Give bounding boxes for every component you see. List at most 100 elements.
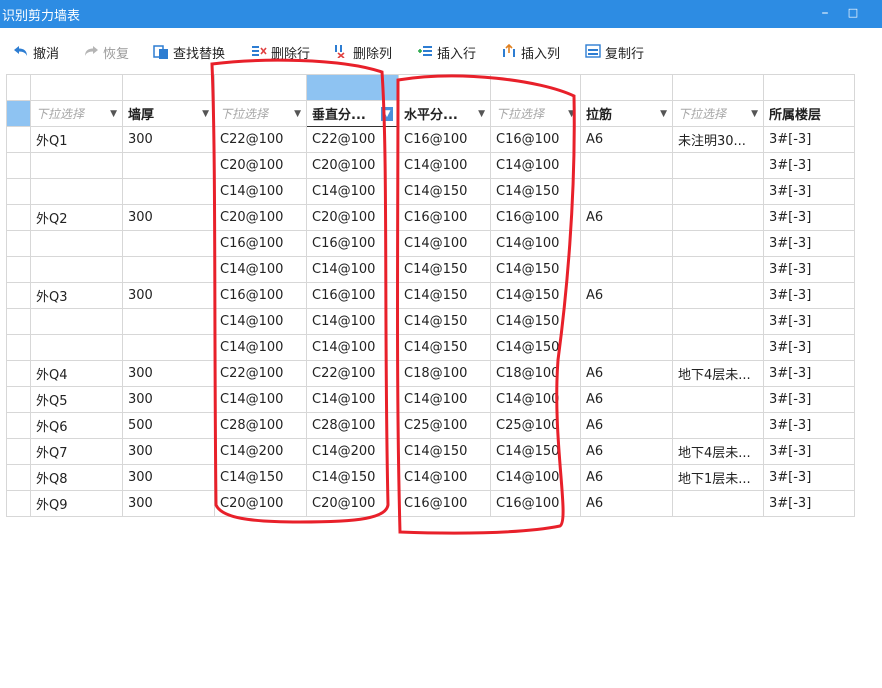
field-dropdown[interactable]: 下拉选择 ▼ <box>30 100 123 127</box>
table-cell[interactable] <box>122 308 215 335</box>
find-replace-button[interactable]: 查找替换 <box>152 42 225 62</box>
table-cell[interactable]: 外Q6 <box>30 412 123 439</box>
table-cell[interactable] <box>580 256 673 283</box>
table-cell[interactable]: C14@200 <box>306 438 399 465</box>
field-dropdown[interactable]: 所属楼层 <box>763 100 855 127</box>
chevron-down-icon[interactable]: ▼ <box>202 109 209 119</box>
table-cell[interactable]: A6 <box>580 360 673 387</box>
table-cell[interactable]: C16@100 <box>306 230 399 257</box>
field-dropdown[interactable]: 下拉选择 ▼ <box>214 100 307 127</box>
table-cell[interactable]: 300 <box>122 490 215 517</box>
table-cell[interactable] <box>30 152 123 179</box>
table-cell[interactable] <box>672 386 764 413</box>
table-cell[interactable] <box>672 204 764 231</box>
table-cell[interactable]: C16@100 <box>490 126 581 153</box>
undo-button[interactable]: 撤消 <box>12 42 59 62</box>
table-cell[interactable]: 300 <box>122 386 215 413</box>
table-cell[interactable]: C16@100 <box>490 490 581 517</box>
redo-button[interactable]: 恢复 <box>82 42 129 62</box>
table-cell[interactable]: 3#[-3] <box>763 412 855 439</box>
table-cell[interactable] <box>30 334 123 361</box>
table-cell[interactable]: C14@100 <box>214 386 307 413</box>
table-cell[interactable]: C14@150 <box>398 178 491 205</box>
table-cell[interactable] <box>672 490 764 517</box>
table-cell[interactable] <box>30 178 123 205</box>
table-cell[interactable]: 3#[-3] <box>763 386 855 413</box>
table-cell[interactable]: C14@200 <box>214 438 307 465</box>
table-cell[interactable]: 3#[-3] <box>763 230 855 257</box>
table-cell[interactable]: C20@100 <box>306 204 399 231</box>
table-cell[interactable]: C16@100 <box>490 204 581 231</box>
field-dropdown[interactable]: 拉筋 ▼ <box>580 100 673 127</box>
table-cell[interactable]: A6 <box>580 386 673 413</box>
table-cell[interactable]: C14@100 <box>306 386 399 413</box>
table-cell[interactable] <box>580 334 673 361</box>
table-cell[interactable]: 3#[-3] <box>763 204 855 231</box>
table-cell[interactable]: 地下4层未... <box>672 438 764 465</box>
column-header-cell[interactable] <box>763 74 855 101</box>
field-dropdown[interactable]: 垂直分... ▼ <box>306 100 399 127</box>
table-cell[interactable] <box>580 178 673 205</box>
table-cell[interactable]: C14@150 <box>490 334 581 361</box>
field-dropdown[interactable]: 水平分... ▼ <box>398 100 491 127</box>
maximize-button[interactable]: □ <box>843 3 863 23</box>
table-cell[interactable]: 300 <box>122 204 215 231</box>
table-cell[interactable]: C20@100 <box>306 152 399 179</box>
field-dropdown[interactable]: 下拉选择 ▼ <box>490 100 581 127</box>
table-cell[interactable]: C14@100 <box>398 230 491 257</box>
row-selector[interactable] <box>6 282 31 309</box>
copy-row-button[interactable]: 复制行 <box>584 42 644 62</box>
chevron-down-icon[interactable]: ▼ <box>568 109 575 119</box>
chevron-down-icon[interactable]: ▼ <box>110 109 117 119</box>
table-cell[interactable] <box>672 256 764 283</box>
table-cell[interactable]: C14@100 <box>490 464 581 491</box>
table-cell[interactable]: C14@150 <box>214 464 307 491</box>
table-cell[interactable]: 300 <box>122 126 215 153</box>
field-dropdown[interactable]: 下拉选择 ▼ <box>672 100 764 127</box>
table-cell[interactable]: 3#[-3] <box>763 308 855 335</box>
column-header-cell[interactable] <box>306 74 399 101</box>
table-cell[interactable]: C14@100 <box>306 308 399 335</box>
table-cell[interactable]: A6 <box>580 464 673 491</box>
corner-cell[interactable] <box>6 74 31 101</box>
table-cell[interactable]: C14@150 <box>398 282 491 309</box>
table-cell[interactable]: C25@100 <box>490 412 581 439</box>
table-cell[interactable]: 外Q9 <box>30 490 123 517</box>
table-cell[interactable]: C14@150 <box>490 282 581 309</box>
column-header-cell[interactable] <box>214 74 307 101</box>
table-cell[interactable]: C20@100 <box>214 152 307 179</box>
table-cell[interactable]: A6 <box>580 412 673 439</box>
table-cell[interactable] <box>672 412 764 439</box>
table-cell[interactable]: C14@100 <box>214 178 307 205</box>
table-cell[interactable]: C14@100 <box>490 152 581 179</box>
table-cell[interactable]: 3#[-3] <box>763 360 855 387</box>
chevron-down-icon[interactable]: ▼ <box>478 109 485 119</box>
row-selector[interactable] <box>6 334 31 361</box>
table-cell[interactable]: C14@150 <box>398 308 491 335</box>
insert-column-button[interactable]: 插入列 <box>500 42 560 62</box>
table-cell[interactable]: 3#[-3] <box>763 282 855 309</box>
table-cell[interactable]: C14@100 <box>398 464 491 491</box>
table-cell[interactable] <box>672 152 764 179</box>
table-cell[interactable]: C25@100 <box>398 412 491 439</box>
delete-column-button[interactable]: 删除列 <box>332 42 392 62</box>
table-cell[interactable]: 外Q4 <box>30 360 123 387</box>
table-cell[interactable]: C14@150 <box>398 334 491 361</box>
row-selector[interactable] <box>6 360 31 387</box>
table-cell[interactable]: C22@100 <box>214 360 307 387</box>
table-cell[interactable]: A6 <box>580 438 673 465</box>
table-cell[interactable] <box>122 256 215 283</box>
table-cell[interactable]: C20@100 <box>214 204 307 231</box>
table-cell[interactable]: 3#[-3] <box>763 178 855 205</box>
row-selector[interactable] <box>6 464 31 491</box>
table-cell[interactable]: C20@100 <box>214 490 307 517</box>
column-header-cell[interactable] <box>122 74 215 101</box>
table-cell[interactable]: 3#[-3] <box>763 438 855 465</box>
table-cell[interactable]: C14@100 <box>306 334 399 361</box>
row-selector[interactable] <box>6 152 31 179</box>
table-cell[interactable] <box>122 334 215 361</box>
table-cell[interactable] <box>672 282 764 309</box>
table-cell[interactable]: 未注明30... <box>672 126 764 153</box>
table-cell[interactable]: C14@100 <box>306 256 399 283</box>
table-cell[interactable] <box>672 230 764 257</box>
